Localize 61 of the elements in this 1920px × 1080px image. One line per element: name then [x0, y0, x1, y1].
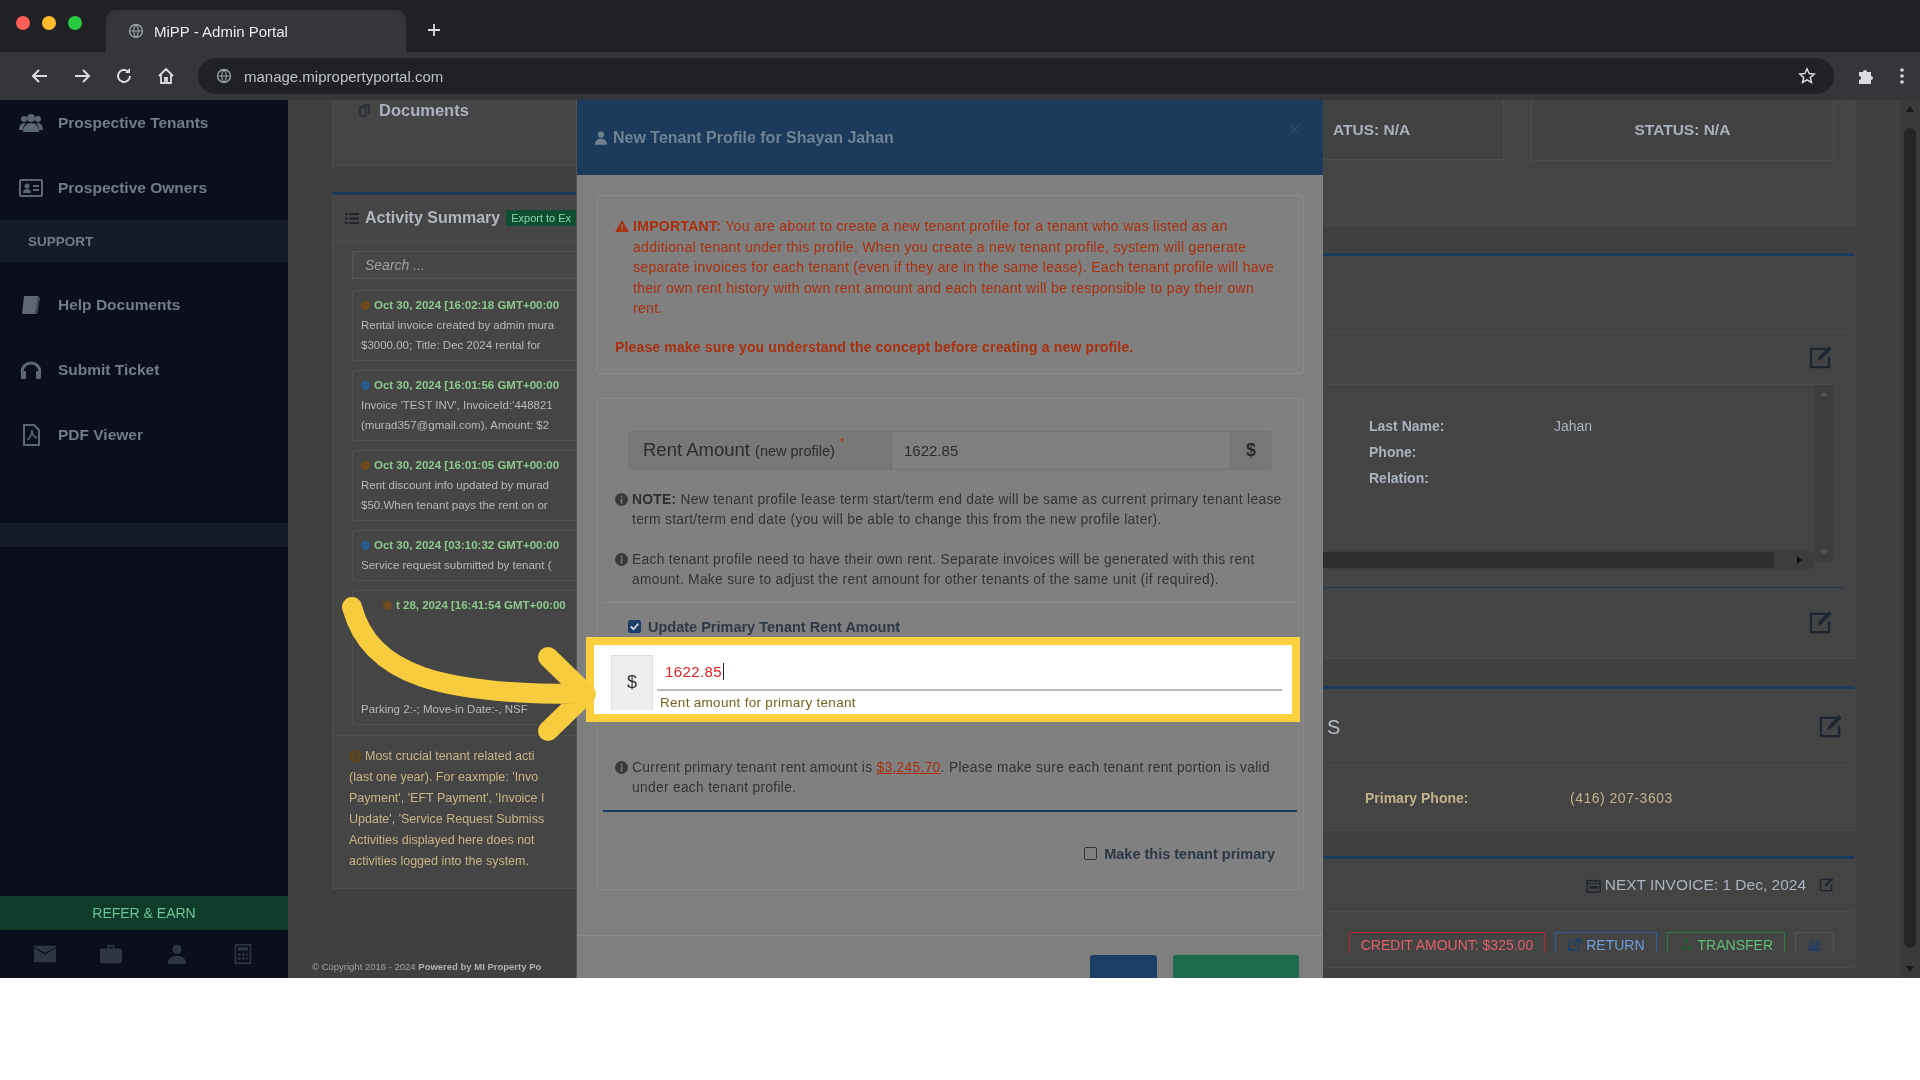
field-label: Last Name:: [1369, 418, 1446, 434]
powered-by-text: Powered by MI Property Po: [418, 961, 542, 972]
warning-text: IMPORTANT: You are about to create a new tenant profile for a tenant who was listed as an additional tenant under this profile. When you create a new tenant profile, system will generate separate invoices for each tenant (even if they are in the same lease). Each tenant profile will have their own rent history with own rent amount and each tenant will be responsible to pay their own rent.: [633, 217, 1276, 318]
note-text: Most crucial tenant related acti: [365, 748, 535, 765]
entry-text: Rental invoice created by admin mura: [361, 319, 556, 331]
section-title: S: [1327, 715, 1341, 739]
panel-title: Documents: [379, 101, 469, 120]
panel-title: Activity Summary: [365, 209, 501, 227]
note-text: Current primary tenant rent amount is $3,245.70. Please make sure each tenant rent portion is valid under each tenant profile.: [632, 758, 1271, 797]
entry-text: Parking 2:-; Move-in Date:-, NSF: [361, 703, 529, 715]
entry-text: (murad357@gmail.com). Amount: $2: [361, 419, 551, 431]
entry-text: $50.When tenant pays the rent on or: [361, 499, 549, 511]
refer-button[interactable]: REFER & EARN: [0, 896, 288, 930]
checkbox-label: Make this tenant primary: [1104, 845, 1275, 862]
entry-date: Oct 30, 2024 [16:01:05 GMT+00:00: [374, 459, 560, 471]
modal-title: New Tenant Profile for Shayan Jahan: [613, 128, 895, 147]
entry-date: Oct 30, 2024 [16:02:18 GMT+00:00: [374, 299, 560, 311]
copyright-text: © Copyright 2016 - 2024: [312, 961, 416, 972]
note-text: Payment', 'EFT Payment', 'Invoice I: [349, 790, 545, 807]
rent-amount-field[interactable]: Rent Amount (new profile) $^{*}$ 1622.85 $: [628, 430, 1272, 470]
export-button[interactable]: Export to Ex: [506, 210, 576, 226]
entry-date: t 28, 2024 [16:41:54 GMT+00:00: [396, 599, 566, 611]
field-value: Jahan: [1554, 418, 1593, 434]
entry-text: Rent discount info updated by murad: [361, 479, 550, 491]
note-text: Update', 'Service Request Submiss: [349, 811, 545, 828]
field-value: (416) 207-3603: [1570, 790, 1673, 806]
sidebar-item[interactable]: Prospective Owners: [0, 155, 288, 220]
entry-text: Invoice 'TEST INV', InvoiceId:'448821: [361, 399, 554, 411]
field-hint: Rent amount for primary tenant: [659, 694, 857, 710]
currency-addon: $: [611, 654, 653, 710]
sidebar-item[interactable]: Help Documents: [0, 272, 288, 337]
next-invoice-text: NEXT INVOICE: 1 Dec, 2024: [1604, 876, 1806, 894]
field-label: Phone:: [1369, 444, 1418, 460]
field-label: Primary Phone:: [1365, 790, 1470, 806]
entry-text: Service request submitted by tenant (: [361, 559, 553, 571]
field-label: Relation:: [1369, 470, 1430, 486]
entry-text: $3000.00; Title: Dec 2024 rental for: [361, 339, 542, 351]
note-text: Each tenant profile need to have their own rent. Separate invoices will be generated with this rent amount. Make sure to adjust the rent amount for other tenants of the same unit (if required).: [632, 550, 1256, 589]
entry-date: Oct 30, 2024 [16:01:56 GMT+00:00: [374, 379, 560, 391]
required-mark: *: [839, 435, 845, 448]
action-button[interactable]: RETURN: [1555, 932, 1657, 953]
rent-input[interactable]: 1622.85: [657, 654, 1282, 691]
note-text: Activities displayed here does not: [349, 832, 535, 849]
warning-emphasis: Please make sure you understand the concept before creating a new profile.: [615, 338, 1135, 355]
address-bar[interactable]: manage.mipropertyportal.com: [198, 58, 1834, 94]
currency-addon: $: [1230, 431, 1271, 469]
status-card: STATUS: N/A: [1530, 100, 1834, 161]
status-card: ATUS: N/A: [1323, 100, 1504, 160]
action-button[interactable]: CREDIT AMOUNT: $325.00: [1348, 932, 1546, 953]
sidebar-item[interactable]: PDF Viewer: [0, 402, 288, 467]
note-text: (last one year). For eaxmple: 'Invo: [349, 769, 539, 786]
action-button[interactable]: TRANSFER: [1666, 932, 1785, 953]
search-field[interactable]: Search ...: [352, 251, 576, 279]
field-label: Rent Amount (new profile): [643, 439, 835, 461]
entry-date: Oct 30, 2024 [03:10:32 GMT+00:00: [374, 539, 560, 551]
note-text: activities logged into the system.: [349, 853, 529, 870]
section-header: SUPPORT: [0, 220, 288, 262]
note-text: NOTE: New tenant profile lease term start/term end date will be same as current primary tenant lease term start/term end date (you will be able to change this from the new profile later).: [632, 490, 1283, 529]
sidebar-item[interactable]: Submit Ticket: [0, 337, 288, 402]
checkbox-label: Update Primary Tenant Rent Amount: [648, 618, 901, 635]
browser-tab[interactable]: MiPP - Admin Portal: [106, 10, 406, 52]
